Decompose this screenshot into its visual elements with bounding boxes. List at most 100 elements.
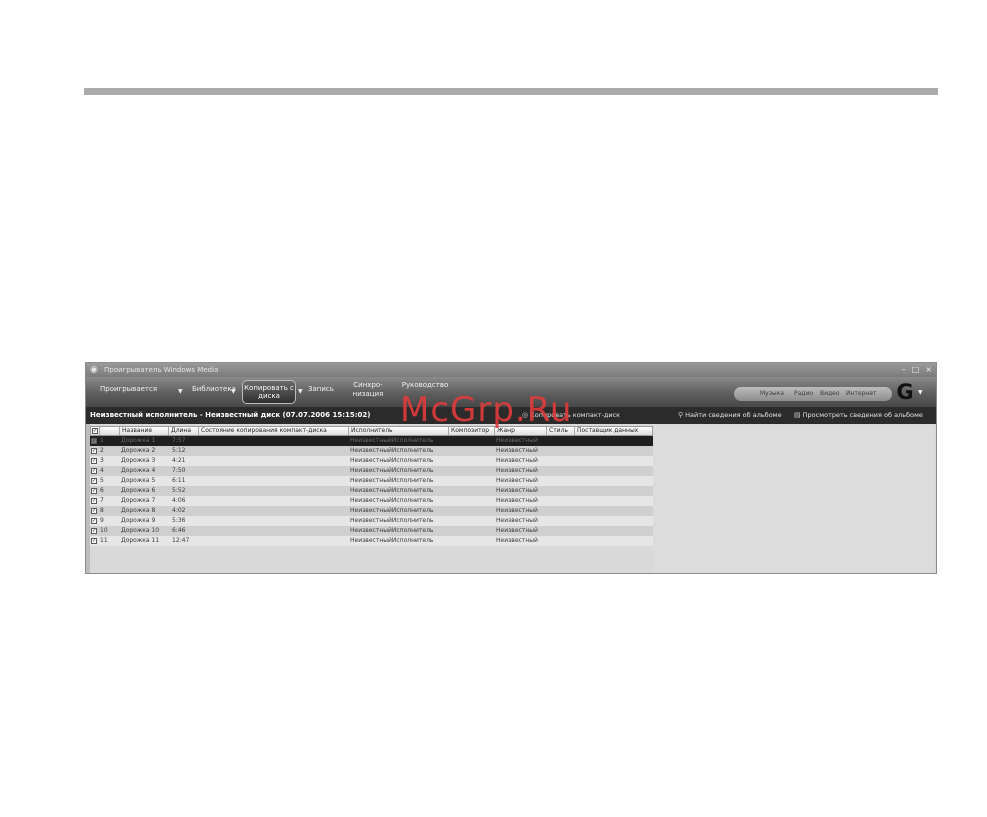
track-checkbox[interactable]: ✓ [90,456,99,466]
table-row[interactable]: ✓ 2 Дорожка 2 5:12 НеизвестныйИсполнитель Неи… [90,446,653,456]
tab-guide[interactable]: Руководство [400,381,450,390]
tab-now-playing[interactable]: Проигрывается [100,385,157,394]
track-title: Дорожка 4 [121,467,156,474]
track-rows: ✓ 1 Дорожка 1 7:57 НеизвестныйИсполнитель Неи… [90,436,653,546]
track-artist: НеизвестныйИсполнитель [350,507,434,514]
column-title[interactable]: Название [120,427,169,435]
track-artist: НеизвестныйИсполнитель [350,527,434,534]
column-number[interactable] [100,427,120,435]
find-album-info-label: Найти сведения об альбоме [685,411,782,419]
chevron-down-icon[interactable]: ▼ [178,388,183,395]
track-checkbox[interactable]: ✓ [90,516,99,526]
magnifier-icon: ⚲ [678,411,684,419]
track-genre: Неизвестный [496,487,538,494]
track-artist: НеизвестныйИсполнитель [350,457,434,464]
track-title: Дорожка 1 [121,437,156,444]
table-row[interactable]: ✓ 1 Дорожка 1 7:57 НеизвестныйИсполнитель Неи… [90,436,653,446]
table-row[interactable]: ✓ 3 Дорожка 3 4:21 НеизвестныйИсполнитель Неи… [90,456,653,466]
tab-sync[interactable]: Синхро-низация [348,381,388,399]
track-length: 4:06 [172,497,186,504]
table-row[interactable]: ✓ 8 Дорожка 8 4:02 НеизвестныйИсполнитель Неи… [90,506,653,516]
column-data-provider[interactable]: Поставщик данных [575,427,654,435]
media-type-switcher[interactable]: Музыка Радио Видео Интернет [734,387,892,401]
track-number: 1 [100,437,104,444]
table-row[interactable]: ✓ 9 Дорожка 9 5:36 НеизвестныйИсполнитель Неи… [90,516,653,526]
track-title: Дорожка 9 [121,517,156,524]
track-length: 5:36 [172,517,186,524]
track-checkbox[interactable]: ✓ [90,496,99,506]
select-all-checkbox[interactable]: ✓ [91,427,100,435]
tab-burn[interactable]: Запись [308,385,334,394]
track-checkbox[interactable]: ✓ [90,506,99,516]
table-row[interactable]: ✓ 11 Дорожка 11 12:47 НеизвестныйИсполнитель… [90,536,653,546]
nav-internet[interactable]: Интернет [846,390,877,398]
column-rip-status[interactable]: Состояние копирования компакт-диска [199,427,349,435]
table-row[interactable]: ✓ 10 Дорожка 10 6:46 НеизвестныйИсполнитель Н… [90,526,653,536]
document-icon: ▤ [794,411,801,419]
app-icon: ◉ [90,365,98,375]
tab-library[interactable]: Библиотека [192,385,236,394]
track-genre: Неизвестный [496,437,538,444]
table-row[interactable]: ✓ 7 Дорожка 7 4:06 НеизвестныйИсполнитель Неи… [90,496,653,506]
table-row[interactable]: ✓ 5 Дорожка 5 6:11 НеизвестныйИсполнитель Неи… [90,476,653,486]
track-length: 6:11 [172,477,186,484]
track-genre: Неизвестный [496,477,538,484]
view-album-info-label: Просмотреть сведения об альбоме [802,411,923,419]
track-genre: Неизвестный [496,497,538,504]
find-album-info-button[interactable]: ⚲ Найти сведения об альбоме [678,411,782,420]
chevron-down-icon[interactable]: ▼ [231,388,236,395]
track-number: 4 [100,467,104,474]
track-artist: НеизвестныйИсполнитель [350,487,434,494]
track-checkbox[interactable]: ✓ [90,536,99,546]
track-checkbox[interactable]: ✓ [90,436,99,446]
column-length[interactable]: Длина [169,427,199,435]
track-number: 6 [100,487,104,494]
track-title: Дорожка 7 [121,497,156,504]
track-artist: НеизвестныйИсполнитель [350,447,434,454]
track-genre: Неизвестный [496,527,538,534]
table-row[interactable]: ✓ 6 Дорожка 6 5:52 НеизвестныйИсполнитель Неи… [90,486,653,496]
track-checkbox[interactable]: ✓ [90,476,99,486]
track-title: Дорожка 2 [121,447,156,454]
nav-video[interactable]: Видео [820,390,840,398]
track-title: Дорожка 8 [121,507,156,514]
nav-music[interactable]: Музыка [760,390,784,398]
track-length: 4:02 [172,507,186,514]
track-number: 9 [100,517,104,524]
track-artist: НеизвестныйИсполнитель [350,537,434,544]
watermark-text: McGrp.Ru [400,390,573,430]
table-row[interactable]: ✓ 4 Дорожка 4 7:50 НеизвестныйИсполнитель Неи… [90,466,653,476]
track-number: 11 [100,537,108,544]
track-artist: НеизвестныйИсполнитель [350,477,434,484]
empty-list-area [653,426,934,573]
track-length: 4:21 [172,457,186,464]
nav-radio[interactable]: Радио [794,390,813,398]
view-album-info-button[interactable]: ▤ Просмотреть сведения об альбоме [794,411,923,420]
track-genre: Неизвестный [496,467,538,474]
track-checkbox[interactable]: ✓ [90,446,99,456]
close-button[interactable]: × [925,364,932,375]
track-checkbox[interactable]: ✓ [90,526,99,536]
track-artist: НеизвестныйИсполнитель [350,467,434,474]
track-number: 10 [100,527,108,534]
track-genre: Неизвестный [496,537,538,544]
track-checkbox[interactable]: ✓ [90,466,99,476]
track-genre: Неизвестный [496,517,538,524]
track-list: ✓ Название Длина Состояние копирования к… [90,426,654,546]
tab-rip[interactable]: Копировать с диска [242,380,296,404]
track-artist: НеизвестныйИсполнитель [350,437,434,444]
track-number: 2 [100,447,104,454]
track-number: 3 [100,457,104,464]
chevron-down-icon[interactable]: ▼ [298,388,303,395]
track-number: 7 [100,497,104,504]
chevron-down-icon[interactable]: ▼ [918,389,923,396]
track-genre: Неизвестный [496,507,538,514]
provider-logo-icon[interactable]: G [894,381,916,403]
track-length: 5:52 [172,487,186,494]
track-title: Дорожка 10 [121,527,160,534]
maximize-button[interactable]: □ [912,364,920,375]
track-length: 6:46 [172,527,186,534]
window-controls: – □ × [902,364,932,375]
track-checkbox[interactable]: ✓ [90,486,99,496]
minimize-button[interactable]: – [902,364,906,375]
